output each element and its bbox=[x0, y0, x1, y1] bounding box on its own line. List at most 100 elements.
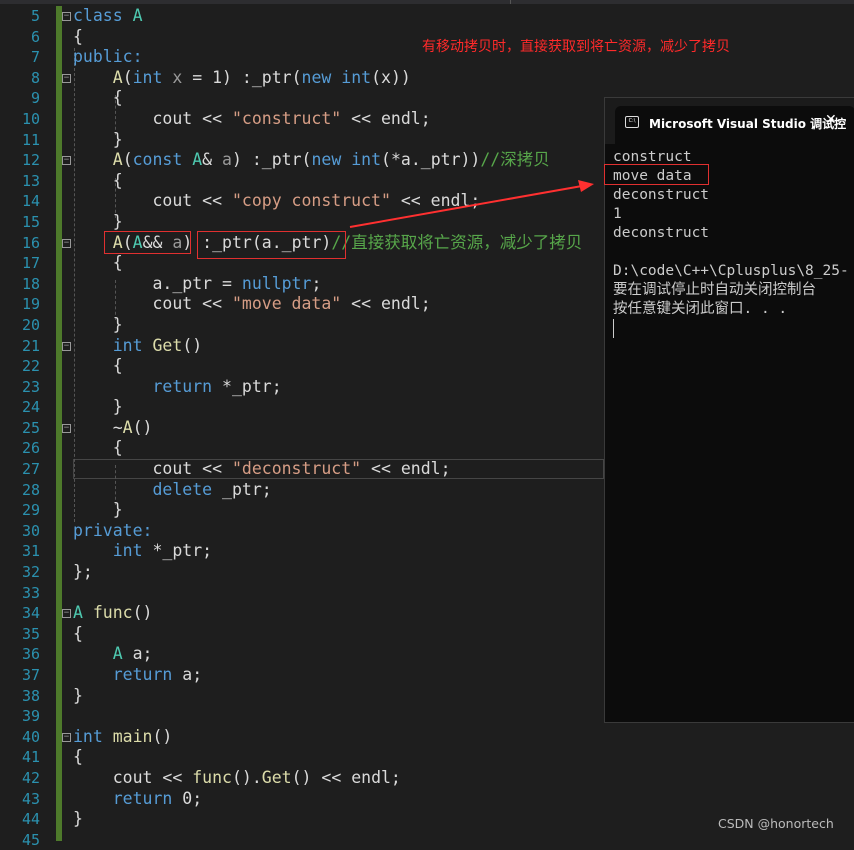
code-token: Get bbox=[152, 335, 183, 355]
divider bbox=[510, 0, 511, 4]
code-token: { bbox=[73, 253, 123, 273]
code-token: } bbox=[73, 211, 123, 231]
code-token: a bbox=[222, 150, 232, 170]
code-token: int bbox=[73, 726, 103, 746]
line-number: 33 bbox=[21, 583, 40, 602]
code-token: class bbox=[73, 6, 123, 25]
line-number: 37 bbox=[21, 666, 40, 684]
code-token: () << endl; bbox=[291, 767, 401, 787]
code-token: cout << bbox=[73, 108, 232, 128]
code-token: a; bbox=[122, 644, 153, 664]
code-token: () bbox=[182, 335, 203, 355]
line-number: 17 bbox=[21, 254, 40, 273]
code-token: () bbox=[152, 726, 173, 746]
code-token: nullptr bbox=[241, 273, 312, 293]
fold-toggle-icon[interactable]: − bbox=[62, 733, 71, 742]
code-token: ) :_ptr( bbox=[231, 150, 312, 170]
code-token: << endl; bbox=[390, 191, 481, 211]
code-token: new bbox=[301, 67, 332, 87]
line-number: 21 bbox=[21, 336, 40, 355]
line-number: 22 bbox=[21, 357, 40, 376]
line-number: 7 bbox=[30, 48, 40, 67]
code-token: 0; bbox=[172, 788, 203, 808]
code-token: new bbox=[311, 150, 342, 170]
close-icon[interactable]: ✕ bbox=[825, 112, 837, 128]
code-token: () bbox=[132, 603, 153, 623]
line-number: 39 bbox=[21, 707, 40, 726]
fold-toggle-icon[interactable]: − bbox=[62, 341, 71, 351]
line-number: 45 bbox=[21, 830, 40, 849]
highlight-box-move-ctor bbox=[104, 231, 191, 254]
code-token: int bbox=[351, 150, 382, 170]
code-token: A bbox=[132, 6, 143, 25]
line-number: 9 bbox=[30, 89, 40, 108]
code-token: const bbox=[132, 150, 183, 170]
line-number: 18 bbox=[21, 274, 40, 293]
code-token: ; bbox=[311, 273, 322, 293]
fold-toggle-icon[interactable]: − bbox=[62, 424, 71, 433]
code-token: } bbox=[73, 685, 83, 705]
line-number: 8 bbox=[30, 68, 40, 87]
console-line: 要在调试停止时自动关闭控制台 bbox=[613, 282, 816, 298]
code-token: (x)) bbox=[371, 67, 411, 87]
line-number: 6 bbox=[30, 27, 40, 46]
code-token: func bbox=[192, 767, 232, 787]
fold-toggle-icon[interactable]: − bbox=[62, 238, 71, 248]
line-number: 30 bbox=[21, 521, 40, 540]
code-token: { bbox=[73, 26, 83, 46]
code-token: *_ptr; bbox=[142, 541, 213, 561]
fold-toggle-icon[interactable]: − bbox=[62, 12, 71, 21]
line-number: 35 bbox=[21, 624, 40, 643]
line-number-gutter: 5 6 7 8 9 10 11 12 13 14 15 16 17 18 19 20 21 22 23 24 25 26 2… bbox=[0, 6, 40, 850]
fold-toggle-icon[interactable]: − bbox=[62, 609, 71, 619]
console-line: D:\code\C++\Cplusplus\8_25- bbox=[613, 263, 849, 279]
code-token: { bbox=[73, 170, 123, 190]
code-token: x bbox=[172, 67, 183, 87]
code-token: A bbox=[112, 644, 123, 664]
line-number: 41 bbox=[21, 748, 40, 767]
line-number: 42 bbox=[21, 768, 40, 787]
code-line: return 0; bbox=[73, 789, 853, 810]
console-tab[interactable]: C:\ Microsoft Visual Studio 调试控 ✕ bbox=[615, 106, 854, 144]
annotation-text: 有移动拷贝时，直接获取到将亡资源，减少了拷贝 bbox=[422, 39, 730, 55]
code-token: << endl; bbox=[361, 459, 451, 479]
fold-toggle-icon[interactable]: − bbox=[62, 156, 71, 166]
line-number: 15 bbox=[21, 212, 40, 231]
line-number: 24 bbox=[21, 398, 40, 417]
line-number: 34 bbox=[21, 604, 40, 623]
console-icon: C:\ bbox=[625, 116, 639, 128]
code-token: func bbox=[92, 603, 133, 623]
code-token: int bbox=[112, 541, 143, 561]
code-token: _ptr; bbox=[212, 479, 272, 499]
code-token: ( bbox=[122, 150, 133, 170]
debug-console-window[interactable]: C:\ Microsoft Visual Studio 调试控 ✕ constr… bbox=[604, 97, 854, 723]
line-number: 44 bbox=[21, 810, 40, 829]
code-token: }; bbox=[73, 562, 93, 582]
code-token: << endl; bbox=[341, 108, 431, 128]
line-number: 29 bbox=[21, 501, 40, 520]
code-line: class A bbox=[73, 6, 853, 27]
highlight-box-initializer bbox=[197, 231, 346, 259]
console-title: Microsoft Visual Studio 调试控 bbox=[649, 117, 847, 131]
code-token: cout << bbox=[73, 767, 193, 787]
code-token: { bbox=[73, 356, 123, 376]
code-token: (). bbox=[231, 767, 262, 787]
console-line: 按任意键关闭此窗口. . . bbox=[613, 301, 788, 317]
code-token: "construct" bbox=[231, 108, 342, 128]
code-token: << endl; bbox=[341, 294, 431, 314]
line-number: 32 bbox=[21, 563, 40, 582]
code-token: & bbox=[202, 150, 223, 170]
fold-toggle-icon[interactable]: − bbox=[62, 73, 71, 83]
code-token: { bbox=[73, 623, 83, 643]
